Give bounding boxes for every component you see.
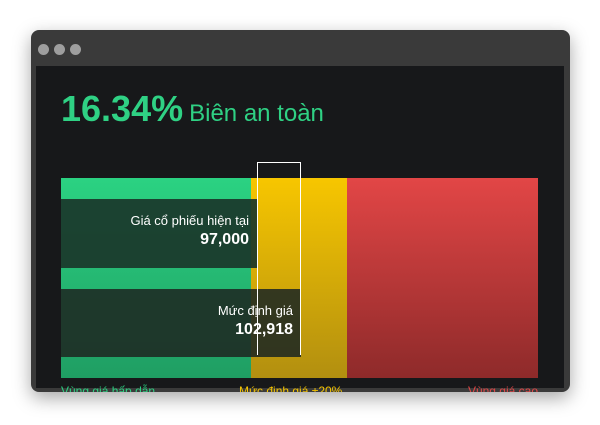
current-price-caption: Giá cổ phiếu hiện tại [130, 213, 249, 228]
window-control-dot-icon[interactable] [70, 44, 81, 55]
current-price-bar: Giá cổ phiếu hiện tại 97,000 [61, 199, 257, 268]
current-price-value: 97,000 [200, 231, 249, 248]
margin-bracket [257, 162, 301, 355]
app-window: 16.34% Biên an toàn Giá cổ phiếu hiện tại… [31, 30, 570, 392]
overvalued-zone [347, 178, 538, 378]
margin-of-safety-label: Biên an toàn [189, 100, 324, 127]
window-control-dot-icon[interactable] [38, 44, 49, 55]
legend-overvalued: Vùng giá cao [467, 384, 538, 392]
window-titlebar [31, 30, 570, 66]
margin-of-safety-value: 16.34% [61, 88, 184, 129]
legend-undervalued: Vùng giá hấp dẫn [61, 384, 156, 392]
legend-fair-value: Mức định giá ±20% [239, 384, 343, 392]
valuation-chart: Giá cổ phiếu hiện tại 97,000 Mức định gi… [61, 162, 538, 378]
valuation-panel: 16.34% Biên an toàn Giá cổ phiếu hiện tại… [36, 66, 564, 392]
window-control-dot-icon[interactable] [54, 44, 65, 55]
current-price-text: Giá cổ phiếu hiện tại 97,000 [130, 213, 249, 251]
margin-of-safety-headline: 16.34% Biên an toàn [61, 88, 324, 130]
